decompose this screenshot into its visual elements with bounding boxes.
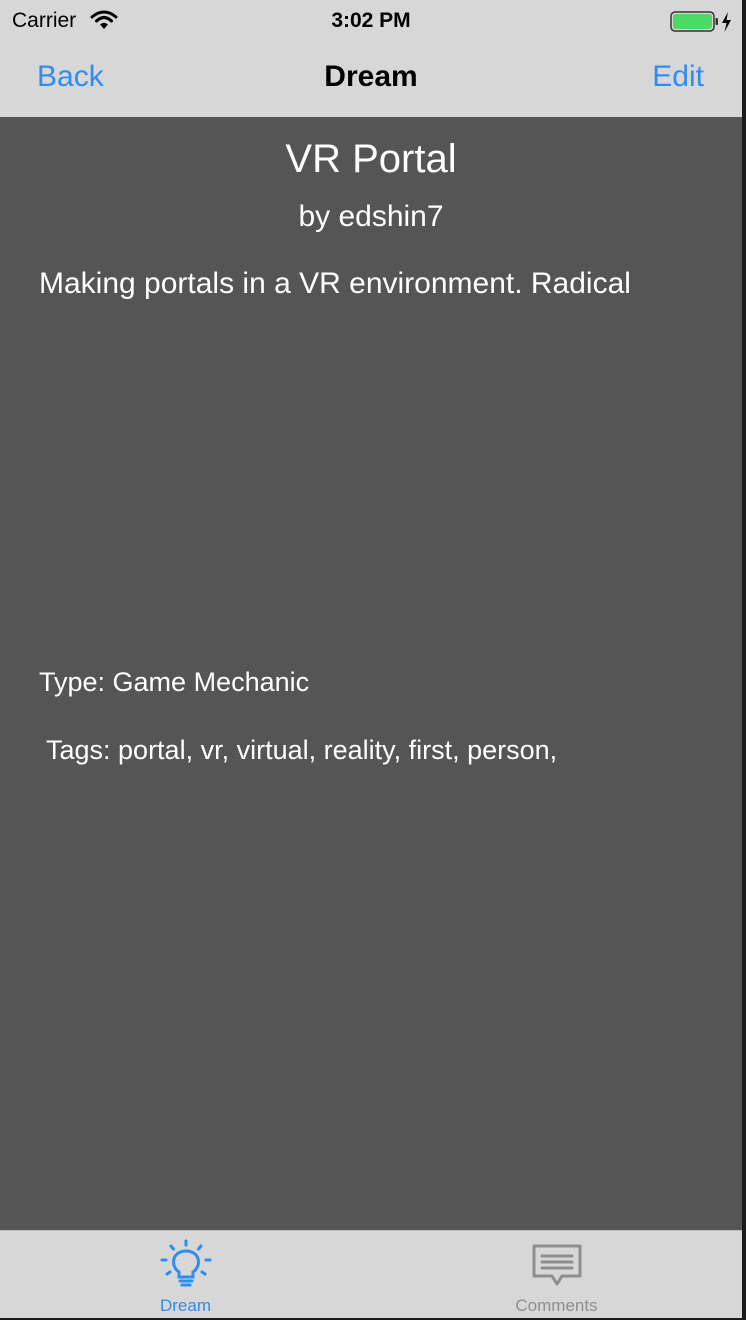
dream-tags: Tags: portal, vr, virtual, reality, firs… [46, 735, 558, 765]
dream-title: VR Portal [285, 137, 457, 181]
tab-comments[interactable]: Comments [371, 1231, 742, 1318]
edit-button[interactable]: Edit [652, 60, 704, 94]
tab-dream-label: Dream [159, 1296, 211, 1315]
tab-comments-label: Comments [515, 1296, 598, 1315]
tab-dream[interactable]: Dream [0, 1231, 371, 1318]
status-bar: Carrier 3:02 PM [0, 0, 742, 40]
navigation-bar: Back Dream Edit [0, 40, 742, 117]
dream-type: Type: Game Mechanic [39, 667, 310, 697]
comment-icon [371, 1239, 742, 1296]
app-screen: Carrier 3:02 PM Back Dream Edit VR Porta… [0, 0, 746, 1320]
tab-bar: Dream Comments [0, 1230, 742, 1318]
dream-description: Making portals in a VR environment. Radi… [39, 267, 631, 300]
dream-author: by edshin7 [298, 200, 444, 233]
status-time: 3:02 PM [331, 9, 411, 32]
dream-detail-content: VR Portal by edshin7 Making portals in a… [0, 117, 742, 1230]
nav-title: Dream [324, 60, 418, 93]
lightbulb-icon [0, 1239, 371, 1296]
battery-icon [670, 11, 734, 38]
